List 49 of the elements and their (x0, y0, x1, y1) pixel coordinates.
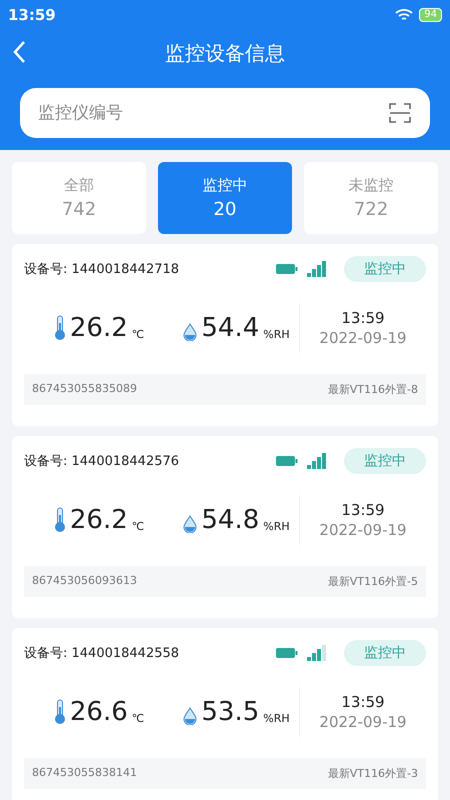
device-model: 最新VT116外置-5 (328, 574, 418, 589)
battery-icon (276, 263, 298, 275)
reading-date: 2022-09-19 (319, 713, 407, 731)
humidity-value: 54.8 (201, 507, 260, 533)
filter-tab[interactable]: 监控中 20 (158, 162, 292, 234)
device-model: 最新VT116外置-8 (328, 382, 418, 397)
water-drop-icon (183, 515, 198, 533)
water-drop-icon (183, 707, 198, 725)
battery-icon (276, 647, 298, 659)
device-number: 设备号: 1440018442576 (24, 453, 180, 470)
device-model: 最新VT116外置-3 (328, 766, 418, 781)
temperature-unit: ℃ (132, 328, 144, 341)
imei-number: 867453055835089 (32, 382, 137, 397)
page-title: 监控设备信息 (165, 40, 285, 66)
battery-level: 94 (419, 8, 442, 22)
reading-date: 2022-09-19 (319, 521, 407, 539)
status-badge: 监控中 (344, 640, 426, 666)
humidity-unit: %RH (263, 328, 290, 341)
device-number: 设备号: 1440018442558 (24, 645, 180, 662)
reading-time: 13:59 (341, 309, 385, 327)
device-card[interactable]: 设备号: 1440018442576 监控中 26.2℃ 54.8%RH 13:59 2022-09-19 867453056093613 最新VT116外置-5 (12, 436, 438, 618)
back-icon[interactable] (12, 40, 26, 64)
humidity-unit: %RH (263, 520, 290, 533)
temperature-value: 26.2 (70, 507, 128, 533)
temperature-value: 26.2 (70, 315, 128, 341)
device-number: 设备号: 1440018442718 (24, 261, 180, 278)
imei-number: 867453055838141 (32, 766, 137, 781)
device-card[interactable]: 设备号: 1440018442558 监控中 26.6℃ 53.5%RH 13:59 2022-09-19 867453055838141 最新VT116外置-3 (12, 628, 438, 800)
water-drop-icon (183, 323, 198, 341)
temperature-unit: ℃ (132, 520, 144, 533)
temperature-unit: ℃ (132, 712, 144, 725)
status-badge: 监控中 (344, 448, 426, 474)
humidity-value: 53.5 (201, 699, 260, 725)
thermometer-icon (54, 315, 66, 341)
status-badge: 监控中 (344, 256, 426, 282)
scan-icon[interactable] (388, 101, 412, 125)
battery-icon (276, 455, 298, 467)
device-card[interactable]: 设备号: 1440018442718 监控中 26.2℃ 54.4%RH 13:59 2022-09-19 867453055835089 最新VT116外置-8 (12, 244, 438, 426)
wifi-icon (395, 8, 414, 22)
status-time: 13:59 (8, 6, 56, 24)
imei-number: 867453056093613 (32, 574, 137, 589)
reading-time: 13:59 (341, 501, 385, 519)
reading-time: 13:59 (341, 693, 385, 711)
thermometer-icon (54, 507, 66, 533)
reading-date: 2022-09-19 (319, 329, 407, 347)
thermometer-icon (54, 699, 66, 725)
humidity-value: 54.4 (201, 315, 260, 341)
temperature-value: 26.6 (70, 699, 128, 725)
humidity-unit: %RH (263, 712, 290, 725)
